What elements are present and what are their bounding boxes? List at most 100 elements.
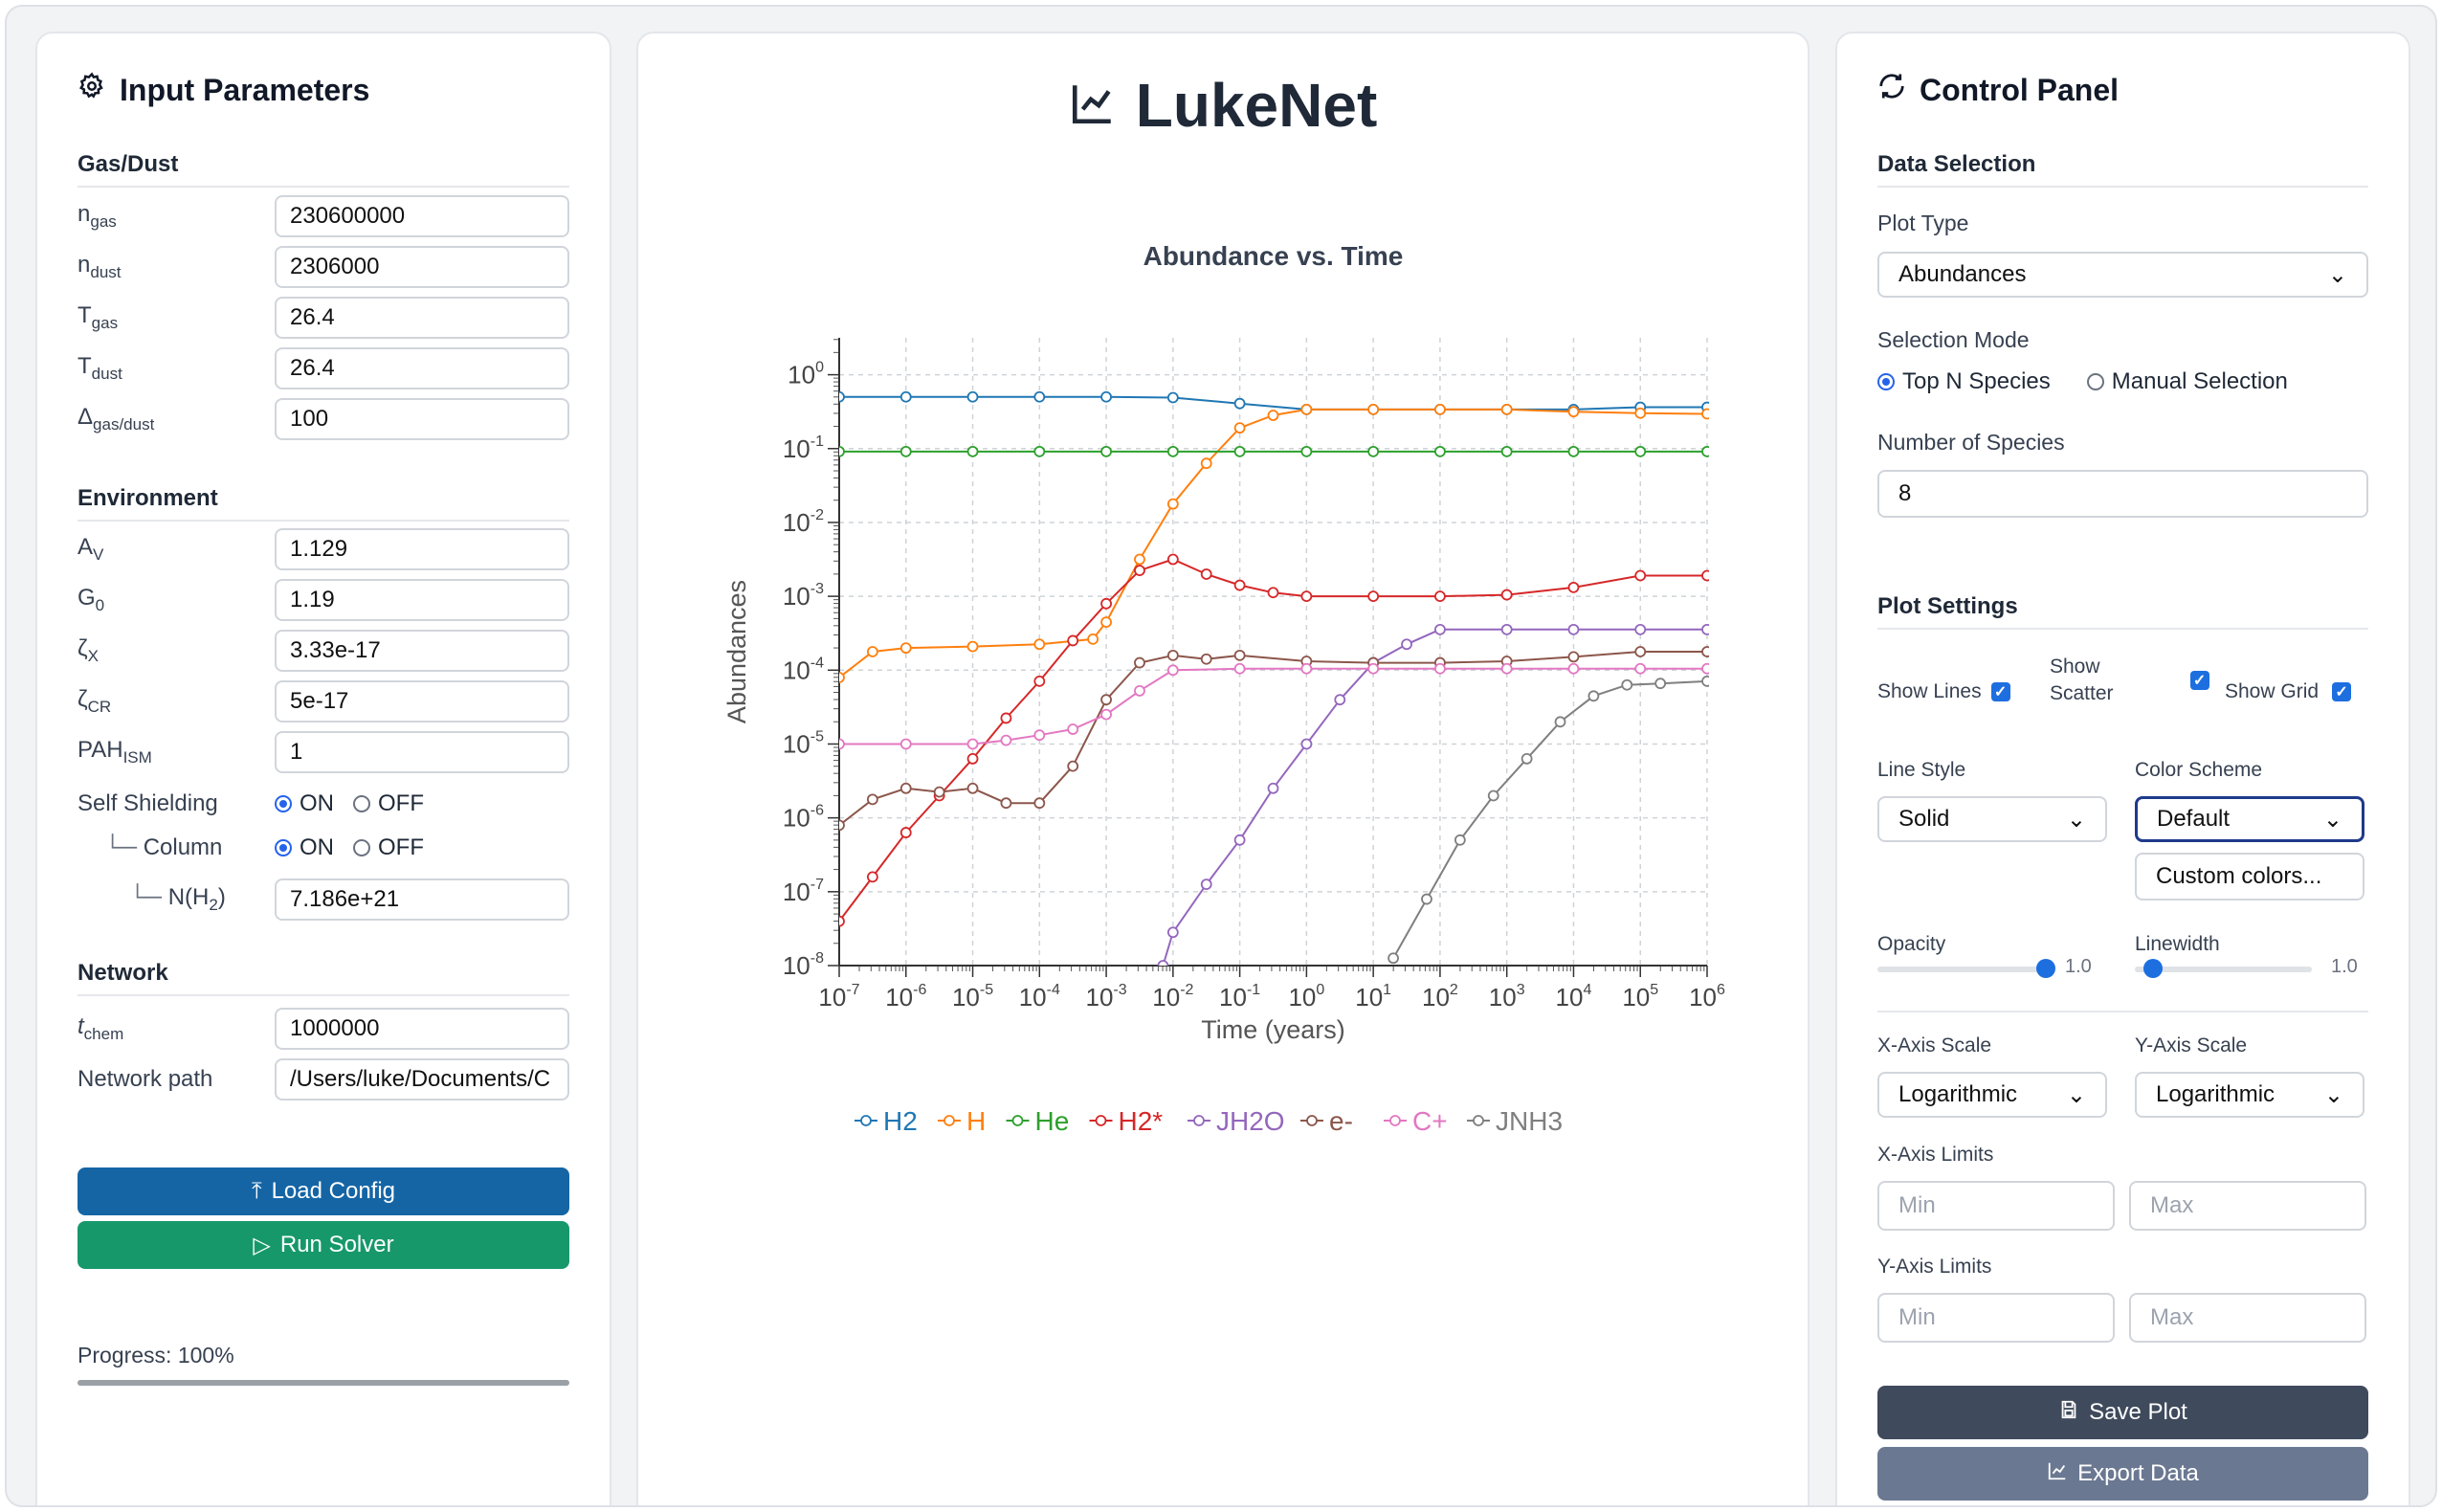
legend-label: JH2O	[1216, 1106, 1285, 1136]
param-input[interactable]: 26.4	[275, 297, 569, 339]
param-row: ngas 230600000	[78, 194, 569, 238]
legend-label: H	[966, 1106, 986, 1136]
manual-selection-radio[interactable]: Manual Selection	[2086, 368, 2288, 395]
gear-icon	[78, 72, 106, 108]
data-point	[1367, 662, 1380, 675]
number-of-species-input[interactable]: 8	[1877, 470, 2368, 518]
export-data-button[interactable]: Export Data	[1877, 1447, 2368, 1501]
opacity-slider[interactable]	[1877, 959, 2055, 978]
x-tick-label: 10-3	[1085, 982, 1126, 1012]
param-row: ndust 2306000	[78, 245, 569, 289]
data-point	[1654, 678, 1667, 690]
param-label: Δgas/dust	[78, 404, 155, 434]
data-point	[1434, 590, 1446, 603]
data-point	[966, 738, 979, 750]
data-point	[1067, 634, 1079, 647]
data-selection-heading: Data Selection	[1877, 151, 2368, 188]
param-row: Tdust 26.4	[78, 346, 569, 390]
x-tick-label: 100	[1288, 982, 1324, 1012]
network-path-label: Network path	[78, 1066, 213, 1092]
param-input[interactable]: 230600000	[275, 195, 569, 237]
param-input[interactable]: 26.4	[275, 347, 569, 389]
color-scheme-select[interactable]: Default ⌄	[2135, 796, 2364, 842]
column-row: └─ Column ON OFF	[78, 826, 569, 870]
x-axis-scale-select[interactable]: Logarithmic ⌄	[1877, 1072, 2107, 1118]
show-scatter-toggle[interactable]: Show Scatter ✓	[2050, 654, 2209, 707]
load-config-button[interactable]: ⤒ Load Config	[78, 1167, 569, 1215]
y-min-input[interactable]: Min	[1877, 1293, 2115, 1343]
data-point	[1200, 568, 1212, 580]
data-point	[1634, 569, 1647, 582]
data-point	[1367, 590, 1380, 603]
tchem-row: tchem 1000000	[78, 1007, 569, 1051]
param-row: ζX 3.33e-17	[78, 629, 569, 673]
linewidth-slider-thumb[interactable]	[2142, 959, 2163, 978]
plot-type-label: Plot Type	[1877, 211, 1969, 235]
self-shielding-off-radio[interactable]: OFF	[353, 790, 424, 817]
param-input[interactable]: 1	[275, 731, 569, 773]
x-tick-label: 102	[1422, 982, 1458, 1012]
y-tick-label: 10-5	[783, 728, 824, 758]
legend-marker	[1389, 1115, 1401, 1126]
x-axis-limits-label: X-Axis Limits	[1877, 1144, 1994, 1166]
show-grid-toggle[interactable]: Show Grid ✓	[2225, 680, 2352, 703]
opacity-slider-thumb[interactable]	[2036, 959, 2055, 978]
data-point	[899, 390, 912, 403]
data-point	[966, 753, 979, 765]
data-point	[966, 782, 979, 794]
x-tick-label: 10-2	[1152, 982, 1193, 1012]
y-axis-scale-select[interactable]: Logarithmic ⌄	[2135, 1072, 2364, 1118]
line-style-select[interactable]: Solid ⌄	[1877, 796, 2107, 842]
data-point	[1134, 656, 1145, 669]
self-shielding-on-radio[interactable]: ON	[275, 790, 334, 817]
data-point	[1634, 445, 1647, 457]
data-point	[1701, 623, 1709, 635]
network-path-row: Network path /Users/luke/Documents/C	[78, 1057, 569, 1101]
control-panel-header: Control Panel	[1877, 72, 2119, 108]
column-off-radio[interactable]: OFF	[353, 834, 424, 861]
network-path-input[interactable]: /Users/luke/Documents/C	[275, 1058, 569, 1101]
custom-colors-button[interactable]: Custom colors...	[2135, 853, 2364, 901]
x-max-input[interactable]: Max	[2129, 1181, 2366, 1231]
top-n-radio[interactable]: Top N Species	[1877, 368, 2051, 395]
plot-settings-heading: Plot Settings	[1877, 593, 2368, 630]
play-icon: ▷	[253, 1232, 271, 1258]
plot-panel: LukeNet Abundance vs. Time 10-7 10-6 10-5 10…	[636, 32, 1811, 1505]
column-on-radio[interactable]: ON	[275, 834, 334, 861]
data-point	[1134, 565, 1145, 577]
x-axis-label: Time (years)	[1201, 1015, 1345, 1044]
param-input[interactable]: 1.19	[275, 579, 569, 621]
abundance-chart[interactable]: Abundance vs. Time 10-7 10-6 10-5 10-4 10-3 10…	[638, 215, 1811, 1268]
param-input[interactable]: 1.129	[275, 528, 569, 570]
param-row: AV 1.129	[78, 527, 569, 571]
save-plot-button[interactable]: Save Plot	[1877, 1386, 2368, 1439]
data-point	[1033, 445, 1046, 457]
nh2-input[interactable]: 7.186e+21	[275, 878, 569, 921]
data-point	[1067, 760, 1079, 772]
y-max-input[interactable]: Max	[2129, 1293, 2366, 1343]
upload-icon: ⤒	[251, 1178, 262, 1204]
divider	[1877, 1011, 2368, 1012]
show-lines-toggle[interactable]: Show Lines ✓	[1877, 680, 2010, 703]
run-solver-button[interactable]: ▷ Run Solver	[78, 1221, 569, 1269]
param-label: ζX	[78, 635, 99, 665]
param-input[interactable]: 100	[275, 398, 569, 440]
param-input[interactable]: 3.33e-17	[275, 630, 569, 672]
plot-type-select[interactable]: Abundances ⌄	[1877, 252, 2368, 298]
legend-label: H2	[883, 1106, 918, 1136]
linewidth-slider[interactable]	[2135, 959, 2312, 978]
param-label: G0	[78, 585, 105, 614]
data-point	[1701, 445, 1709, 457]
self-shielding-label: Self Shielding	[78, 790, 218, 816]
param-label: ζCR	[78, 686, 112, 716]
y-tick-label: 10-4	[783, 655, 824, 684]
data-point	[1166, 649, 1179, 661]
plot-area	[839, 338, 1707, 966]
x-min-input[interactable]: Min	[1877, 1181, 2115, 1231]
legend-label: e-	[1329, 1106, 1353, 1136]
data-point	[1434, 445, 1446, 457]
param-input[interactable]: 5e-17	[275, 680, 569, 723]
data-point	[1033, 729, 1046, 742]
param-input[interactable]: 2306000	[275, 246, 569, 288]
tchem-input[interactable]: 1000000	[275, 1008, 569, 1050]
